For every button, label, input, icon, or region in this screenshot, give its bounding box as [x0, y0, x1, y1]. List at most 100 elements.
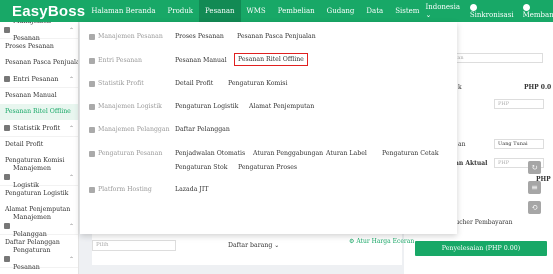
- menu-category-statistik-profit: Statistik Profit: [89, 80, 144, 87]
- orders-icon: [89, 33, 95, 40]
- history-icon[interactable]: ⟲: [528, 201, 541, 214]
- product-list-toggle[interactable]: Daftar barang ⌄: [228, 242, 279, 249]
- product-search-input[interactable]: Pilih: [92, 240, 176, 251]
- sidebar-group-label: Statistik Profit: [13, 123, 61, 132]
- menu-link-pengaturan-cetak[interactable]: Pengaturan Cetak: [382, 150, 439, 157]
- nav-wms[interactable]: WMS: [241, 0, 272, 22]
- menu-link-pesanan-manual[interactable]: Pesanan Manual: [175, 57, 227, 64]
- category-label: Pengaturan Pesanan: [98, 150, 163, 157]
- menu-link-detail-profit[interactable]: Detail Profit: [175, 80, 213, 87]
- logo[interactable]: EasyBoss: [12, 3, 85, 20]
- sync-button[interactable]: Sinkronisasi: [469, 3, 514, 19]
- help-button[interactable]: Membantu: [522, 3, 553, 19]
- entry-icon: [4, 76, 10, 82]
- menu-link-penjadwalan-otomatis[interactable]: Penjadwalan Otomatis: [175, 150, 245, 157]
- chevron-down-icon: ⌄: [425, 11, 432, 19]
- menu-link-pengaturan-proses[interactable]: Pengaturan Proses: [238, 164, 297, 171]
- category-label: Manajemen Pesanan: [98, 33, 163, 40]
- category-label: Entri Pesanan: [98, 57, 142, 64]
- top-navbar: EasyBoss Halaman Beranda Produk Pesanan …: [0, 0, 553, 22]
- nav-right: Indonesia ⌄ Sinkronisasi Membantu: [425, 3, 553, 19]
- category-label: Statistik Profit: [98, 80, 144, 87]
- sidebar-group-label: Entri Pesanan: [13, 74, 59, 83]
- sidebar-item-pengaturan-logistik[interactable]: Pengaturan Logistik: [0, 186, 78, 202]
- product-list-label: Daftar barang: [228, 242, 273, 249]
- orders-icon: [4, 27, 10, 33]
- menu-category-pengaturan-pesanan: Pengaturan Pesanan: [89, 150, 162, 157]
- language-label: Indonesia: [425, 3, 461, 11]
- sidebar-group-entri-pesanan[interactable]: Entri Pesanan ⌃: [0, 71, 78, 88]
- menu-link-pesanan-ritel-offline[interactable]: Pesanan Ritel Offline: [234, 53, 308, 66]
- settings-icon: [89, 150, 95, 157]
- list-icon[interactable]: ≡: [528, 181, 541, 194]
- settle-payment-button[interactable]: Penyelesaian (PHP 0.00): [415, 241, 547, 256]
- summary-amount: PHP 0.0: [524, 84, 552, 91]
- sidebar-group-manajemen-pelanggan[interactable]: Manajemen Pelanggan ⌃: [0, 213, 78, 238]
- sidebar-item-pesanan-manual[interactable]: Pesanan Manual: [0, 88, 78, 104]
- menu-category-entri-pesanan: Entri Pesanan: [89, 57, 142, 64]
- chart-icon: [89, 80, 95, 87]
- chevron-up-icon: ⌃: [68, 222, 74, 230]
- sidebar-item-pesanan-ritel-offline[interactable]: Pesanan Ritel Offline: [0, 104, 78, 120]
- chevron-up-icon: ⌃: [68, 255, 74, 263]
- menu-category-manajemen-pelanggan: Manajemen Pelanggan: [89, 126, 170, 133]
- chevron-down-icon: ⌄: [274, 242, 280, 249]
- payment-label: an: [458, 141, 466, 148]
- summary-label: k: [458, 84, 462, 91]
- menu-link-aturan-penggabungan[interactable]: Aturan Penggabungan: [253, 150, 323, 157]
- retail-price-label: Atur Harga Eceran: [356, 238, 415, 245]
- help-icon: [522, 3, 530, 11]
- nav-produk[interactable]: Produk: [162, 0, 200, 22]
- sidebar-group-statistik-profit[interactable]: Statistik Profit ⌃: [0, 120, 78, 137]
- menu-link-proses-pesanan[interactable]: Proses Pesanan: [175, 33, 224, 40]
- chart-icon: [4, 125, 10, 131]
- customer-icon: [89, 126, 95, 133]
- nav-pesanan[interactable]: Pesanan: [199, 0, 241, 22]
- entry-icon: [89, 57, 95, 64]
- category-label: Platform Hosting: [98, 186, 152, 193]
- gear-icon: ⚙: [349, 238, 355, 245]
- sidebar-group-manajemen-logistik[interactable]: Manajemen Logistik ⌃: [0, 164, 78, 189]
- truck-icon: [4, 174, 10, 180]
- menu-category-platform-hosting: Platform Hosting: [89, 186, 152, 193]
- menu-link-aturan-label[interactable]: Aturan Label: [326, 150, 367, 157]
- category-label: Manajemen Logistik: [98, 103, 162, 110]
- chevron-up-icon: ⌃: [68, 75, 74, 83]
- orders-mega-menu: Manajemen Pesanan Proses Pesanan Pesanan…: [80, 22, 457, 234]
- chevron-up-icon: ⌃: [68, 173, 74, 181]
- help-label: Membantu: [522, 11, 553, 19]
- nav-halaman-beranda[interactable]: Halaman Beranda: [85, 0, 161, 22]
- menu-link-daftar-pelanggan[interactable]: Daftar Pelanggan: [175, 126, 230, 133]
- menu-link-pesanan-pasca-penjualan[interactable]: Pesanan Pasca Penjualan: [237, 33, 316, 40]
- sidebar-group-pengaturan-pesanan[interactable]: Pengaturan Pesanan ⌃: [0, 246, 78, 271]
- main-nav: Halaman Beranda Produk Pesanan WMS Pembe…: [85, 0, 425, 22]
- cloud-sync-icon: [469, 3, 477, 11]
- menu-link-pengaturan-stok[interactable]: Pengaturan Stok: [175, 164, 227, 171]
- menu-link-pengaturan-komisi[interactable]: Pengaturan Komisi: [228, 80, 287, 87]
- sidebar-group-label: Pengaturan Pesanan: [13, 246, 51, 271]
- menu-link-pengaturan-logistik[interactable]: Pengaturan Logistik: [175, 103, 238, 110]
- chevron-up-icon: ⌃: [68, 124, 74, 132]
- actual-payment-label: an Aktual: [455, 160, 488, 167]
- retail-price-link[interactable]: ⚙ Atur Harga Eceran: [349, 238, 414, 245]
- sidebar-item-detail-profit[interactable]: Detail Profit: [0, 137, 78, 153]
- nav-sistem[interactable]: Sistem: [389, 0, 425, 22]
- nav-data[interactable]: Data: [360, 0, 389, 22]
- refresh-icon[interactable]: ↻: [528, 161, 541, 174]
- truck-icon: [89, 103, 95, 110]
- nav-pembelian[interactable]: Pembelian: [272, 0, 321, 22]
- settings-icon: [4, 256, 10, 262]
- nav-gudang[interactable]: Gudang: [321, 0, 361, 22]
- sidebar: Manajemen Pesanan ⌃ Proses Pesanan Pesan…: [0, 22, 79, 274]
- menu-category-manajemen-pesanan: Manajemen Pesanan: [89, 33, 163, 40]
- payment-method-select[interactable]: Uang Tunai: [494, 139, 544, 149]
- language-select[interactable]: Indonesia ⌄: [425, 3, 460, 19]
- sidebar-item-pesanan-pasca-penjualan[interactable]: Pesanan Pasca Penjualan: [0, 55, 78, 71]
- discount-input[interactable]: PHP: [494, 99, 544, 109]
- sidebar-group-manajemen-pesanan[interactable]: Manajemen Pesanan ⌃: [0, 22, 78, 42]
- sync-label: Sinkronisasi: [469, 11, 514, 19]
- menu-link-alamat-penjemputan[interactable]: Alamat Penjemputan: [249, 103, 314, 110]
- platform-icon: [89, 186, 95, 193]
- menu-category-manajemen-logistik: Manajemen Logistik: [89, 103, 162, 110]
- menu-link-lazada-jit[interactable]: Lazada JIT: [175, 186, 208, 193]
